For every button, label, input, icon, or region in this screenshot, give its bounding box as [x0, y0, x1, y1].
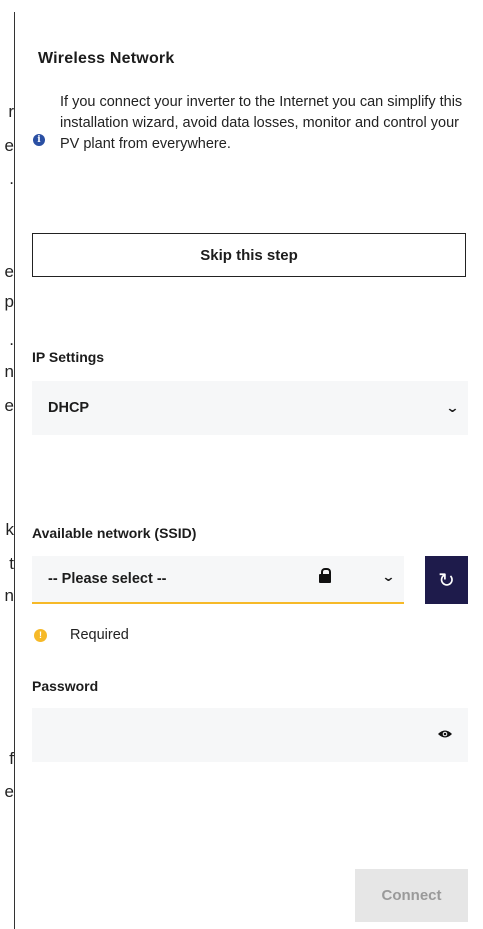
- warning-icon: !: [34, 629, 47, 642]
- background-text-fragment: e: [4, 136, 14, 155]
- background-text-fragment: e: [4, 396, 14, 415]
- ip-settings-label: IP Settings: [32, 349, 105, 365]
- refresh-networks-button[interactable]: ↻: [425, 556, 468, 604]
- skip-step-button[interactable]: Skip this step: [32, 233, 466, 277]
- background-text-column: r e . e p . n e k t n f e: [0, 0, 14, 929]
- wireless-network-panel: Wireless Network i If you connect your i…: [15, 0, 483, 929]
- info-message: If you connect your inverter to the Inte…: [60, 94, 463, 152]
- background-text-fragment: n: [4, 362, 14, 381]
- connect-button[interactable]: Connect: [355, 869, 468, 922]
- eye-icon[interactable]: [438, 729, 452, 739]
- chevron-down-icon: ⌄: [381, 569, 396, 584]
- ip-settings-select[interactable]: DHCP ⌄: [32, 381, 468, 435]
- background-text-fragment: e: [4, 262, 14, 281]
- refresh-icon: ↻: [438, 569, 455, 592]
- ssid-label: Available network (SSID): [32, 525, 197, 541]
- background-text-fragment: n: [4, 586, 14, 605]
- background-text-fragment: e: [4, 782, 14, 801]
- info-icon: i: [33, 134, 45, 146]
- password-label: Password: [32, 678, 99, 694]
- lock-icon: [319, 568, 331, 583]
- ssid-value: -- Please select --: [48, 571, 167, 587]
- ip-settings-value: DHCP: [48, 400, 90, 416]
- background-text-fragment: p: [4, 292, 14, 311]
- background-text-fragment: k: [5, 520, 15, 539]
- chevron-down-icon: ⌄: [445, 400, 460, 415]
- ssid-select[interactable]: -- Please select -- ⌄: [32, 556, 404, 604]
- required-message: Required: [70, 627, 129, 643]
- panel-title: Wireless Network: [38, 50, 175, 67]
- password-input[interactable]: [32, 708, 468, 762]
